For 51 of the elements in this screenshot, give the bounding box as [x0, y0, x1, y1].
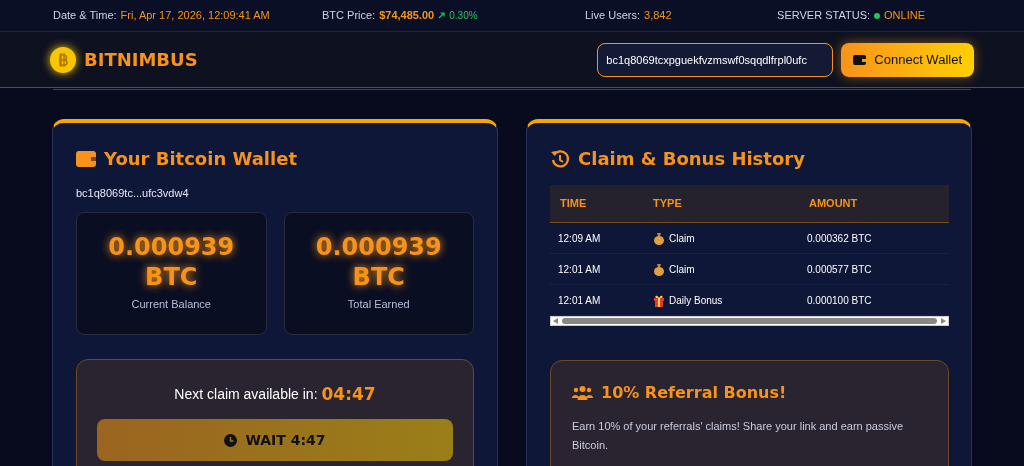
scroll-left-icon[interactable]	[553, 318, 558, 324]
server-status-value: ONLINE	[884, 8, 925, 24]
trend-up-icon	[438, 12, 446, 19]
gift-icon	[653, 293, 665, 307]
stat-unit: BTC	[352, 261, 405, 293]
btc-price-label: BTC Price:	[322, 8, 376, 24]
column-header: TIME	[559, 196, 588, 212]
scrollbar-thumb[interactable]	[562, 318, 937, 324]
card-title: Claim & Bonus History	[578, 147, 805, 171]
live-users-label: Live Users:	[585, 8, 641, 24]
live-users-value: 3,842	[644, 8, 672, 24]
table-cell-text: 12:09 AM	[557, 231, 602, 246]
card-title: Your Bitcoin Wallet	[104, 147, 297, 171]
table-cell-text: 0.000100 BTC	[807, 293, 873, 308]
connect-wallet-button[interactable]: Connect Wallet	[841, 42, 974, 77]
table-cell-text: 0.000362 BTC	[807, 231, 873, 246]
wallet-icon	[853, 54, 867, 65]
price-change: 0.30%	[449, 9, 478, 23]
wallet-icon	[76, 150, 96, 167]
scroll-right-icon[interactable]	[941, 318, 946, 324]
column-header: TYPE	[653, 196, 683, 212]
table-cell-text: 12:01 AM	[557, 293, 602, 308]
stat-unit: BTC	[145, 261, 198, 293]
history-icon	[550, 148, 570, 169]
column-header: AMOUNT	[809, 196, 859, 212]
wallet-address-field[interactable]: bc1q8069tcxpguekfvzmswf0sqqdlfrpl0ufc	[597, 42, 834, 77]
claim-text: Next claim available in:	[174, 384, 318, 404]
datetime-label: Date & Time:	[53, 8, 117, 24]
table-cell-text: Claim	[669, 262, 695, 277]
btc-price-value: $74,485.00	[379, 8, 435, 24]
countdown: 04:47	[321, 382, 376, 406]
money-bag-icon	[653, 231, 665, 245]
stat-value: 0.000939	[108, 232, 235, 261]
table-cell-text: 12:01 AM	[557, 262, 602, 277]
brand-name: BITNIMBUS	[84, 48, 198, 72]
horizontal-scrollbar[interactable]	[550, 316, 949, 326]
stat-label: Total Earned	[347, 296, 410, 312]
money-bag-icon	[653, 262, 665, 276]
bitcoin-logo-icon	[50, 46, 76, 73]
table-cell-text: Claim	[669, 231, 695, 246]
table-cell-text: 0.000577 BTC	[807, 262, 873, 277]
stat-label: Current Balance	[131, 296, 211, 312]
datetime-value: Fri, Apr 17, 2026, 12:09:41 AM	[120, 8, 270, 24]
stat-value: 0.000939	[315, 232, 442, 261]
server-status-label: SERVER STATUS:	[777, 8, 871, 24]
table-cell-text: Daily Bonus	[669, 293, 723, 308]
clock-icon	[224, 433, 238, 447]
users-icon	[572, 385, 593, 401]
referral-title: 10% Referral Bonus!	[601, 382, 787, 404]
wallet-address: bc1q8069tc...ufc3vdw4	[76, 186, 190, 201]
referral-text: Earn 10% of your referrals' claims! Share your link and earn passive Bitcoin.	[572, 419, 905, 453]
